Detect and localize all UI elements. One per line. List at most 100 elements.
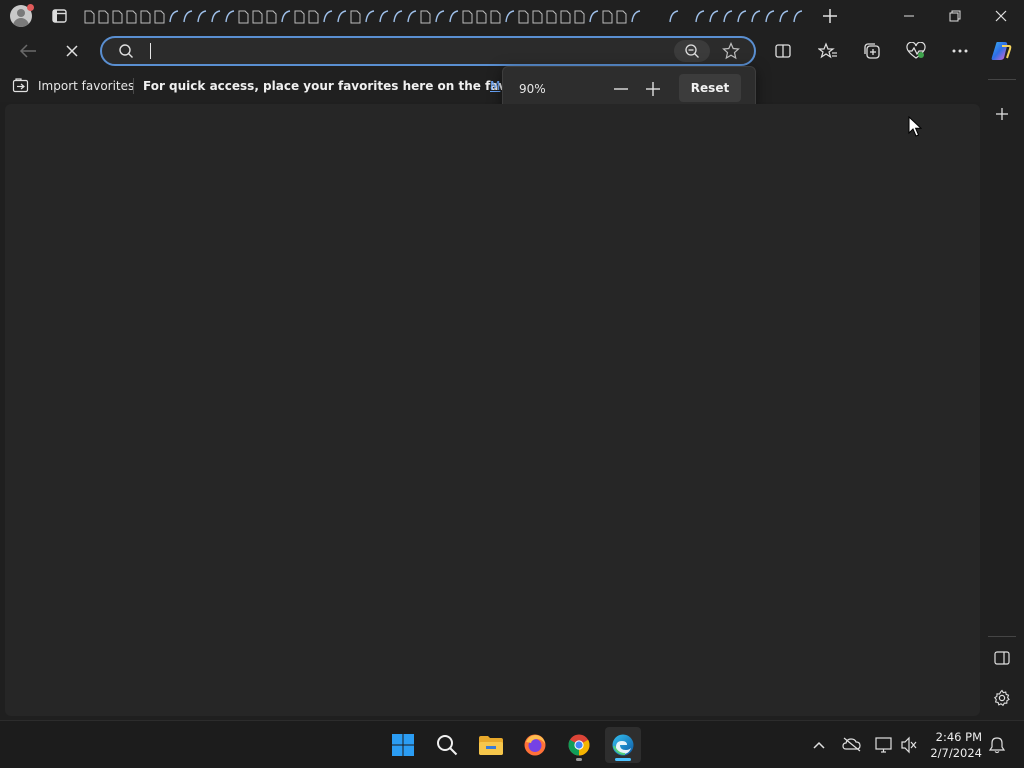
notifications-button[interactable]	[988, 736, 1006, 758]
tab-favicon-icon[interactable]	[350, 10, 361, 24]
minimize-icon	[904, 15, 914, 17]
volume-status[interactable]	[900, 736, 918, 758]
system-clock[interactable]: 2:46 PM 2/7/2024	[928, 729, 982, 761]
tab-favicon-icon[interactable]	[631, 10, 641, 23]
zoom-indicator-button[interactable]	[674, 40, 710, 62]
tab-favicon-icon[interactable]	[616, 10, 627, 24]
tab-favicon-icon[interactable]	[266, 10, 277, 24]
tab-favicon-icon[interactable]	[294, 10, 305, 24]
tab-favicon-icon[interactable]	[574, 10, 585, 24]
mouse-cursor-icon	[908, 115, 923, 142]
tab-favicon-icon[interactable]	[709, 10, 719, 23]
tab-favicon-icon[interactable]	[737, 10, 747, 23]
tab-favicon-icon[interactable]	[154, 10, 165, 24]
tab-favicon-icon[interactable]	[112, 10, 123, 24]
tab-favicon-icon[interactable]	[669, 10, 679, 23]
tab-favicon-icon[interactable]	[407, 10, 417, 23]
page-content[interactable]	[5, 104, 980, 716]
tab-favicon-icon[interactable]	[476, 10, 487, 24]
zoom-out-button[interactable]	[609, 77, 633, 101]
taskbar: 2:46 PM 2/7/2024	[0, 720, 1024, 768]
import-favorites-button[interactable]: Import favorites	[12, 78, 134, 94]
gear-icon	[993, 689, 1010, 707]
tab-favicon-icon[interactable]	[518, 10, 529, 24]
network-icon	[875, 737, 892, 753]
tab-favicon-icon[interactable]	[435, 10, 445, 23]
tab-favicon-icon[interactable]	[449, 10, 459, 23]
tab-favicon-icon[interactable]	[365, 10, 375, 23]
hide-sidebar-button[interactable]	[993, 650, 1011, 670]
address-input[interactable]	[148, 42, 648, 60]
tab-favicon-icon[interactable]	[211, 10, 221, 23]
manage-favorites-link[interactable]: M	[490, 79, 500, 93]
tab-favicon-icon[interactable]	[281, 10, 291, 23]
new-tab-button[interactable]	[818, 4, 842, 28]
tab-favicon-icon[interactable]	[589, 10, 599, 23]
favorites-button[interactable]	[815, 39, 841, 63]
tab-favicon-icon[interactable]	[252, 10, 263, 24]
tab-favicon-icon[interactable]	[98, 10, 109, 24]
chrome-icon	[568, 734, 590, 756]
tab-favicon-icon[interactable]	[505, 10, 515, 23]
sidebar-add-button[interactable]	[993, 105, 1011, 127]
more-button[interactable]	[947, 39, 973, 63]
show-hidden-icons-button[interactable]	[812, 737, 826, 756]
tab-favicon-icon[interactable]	[126, 10, 137, 24]
start-button[interactable]	[385, 727, 421, 763]
network-status[interactable]	[874, 736, 894, 758]
tab-favicon-icon[interactable]	[602, 10, 613, 24]
start-icon	[392, 734, 414, 756]
onedrive-status[interactable]	[842, 736, 862, 756]
tab-favicon-icon[interactable]	[379, 10, 389, 23]
back-button[interactable]	[15, 39, 41, 63]
taskbar-edge[interactable]	[605, 727, 641, 763]
tab-strip[interactable]	[82, 6, 802, 26]
sidebar-settings-button[interactable]	[993, 689, 1011, 711]
tab-favicon-icon[interactable]	[140, 10, 151, 24]
zoom-reset-button[interactable]: Reset	[679, 74, 741, 102]
tab-favicon-icon[interactable]	[695, 10, 705, 23]
address-bar[interactable]	[100, 36, 756, 66]
tab-favicon-icon[interactable]	[765, 10, 775, 23]
tab-favicon-icon[interactable]	[420, 10, 431, 24]
stop-loading-button[interactable]	[59, 39, 85, 63]
tab-favicon-icon[interactable]	[393, 10, 403, 23]
tab-favicon-icon[interactable]	[560, 10, 571, 24]
split-screen-button[interactable]	[770, 39, 796, 63]
restore-button[interactable]	[932, 0, 978, 32]
tab-actions-icon[interactable]	[50, 7, 70, 25]
tab-favicon-icon[interactable]	[238, 10, 249, 24]
more-icon	[952, 49, 968, 53]
close-window-button[interactable]	[978, 0, 1024, 32]
tab-favicon-icon[interactable]	[84, 10, 95, 24]
tab-favicon-icon[interactable]	[793, 10, 802, 23]
minimize-button[interactable]	[886, 0, 932, 32]
tab-favicon-icon[interactable]	[490, 10, 501, 24]
tab-favicon-icon[interactable]	[723, 10, 733, 23]
profile-notification-dot	[27, 4, 34, 11]
tab-favicon-icon[interactable]	[546, 10, 557, 24]
tab-favicon-icon[interactable]	[323, 10, 333, 23]
clock-time: 2:46 PM	[935, 730, 982, 744]
taskbar-chrome[interactable]	[561, 727, 597, 763]
collections-button[interactable]	[859, 39, 885, 63]
tab-favicon-icon[interactable]	[751, 10, 761, 23]
tab-favicon-icon[interactable]	[532, 10, 543, 24]
tab-favicon-icon[interactable]	[308, 10, 319, 24]
tab-favicon-icon[interactable]	[169, 10, 179, 23]
zoom-in-button[interactable]	[641, 77, 665, 101]
taskbar-search-button[interactable]	[429, 727, 465, 763]
performance-button[interactable]	[903, 39, 929, 63]
copilot-button[interactable]	[988, 39, 1014, 63]
taskbar-file-explorer[interactable]	[473, 727, 509, 763]
tab-favicon-icon[interactable]	[337, 10, 347, 23]
star-icon[interactable]	[722, 42, 740, 64]
title-bar	[0, 0, 1024, 32]
tab-favicon-icon[interactable]	[225, 10, 235, 23]
tab-favicon-icon[interactable]	[197, 10, 207, 23]
tab-favicon-icon[interactable]	[779, 10, 789, 23]
tab-favicon-icon[interactable]	[183, 10, 193, 23]
restore-icon	[949, 10, 961, 22]
taskbar-firefox[interactable]	[517, 727, 553, 763]
tab-favicon-icon[interactable]	[462, 10, 473, 24]
